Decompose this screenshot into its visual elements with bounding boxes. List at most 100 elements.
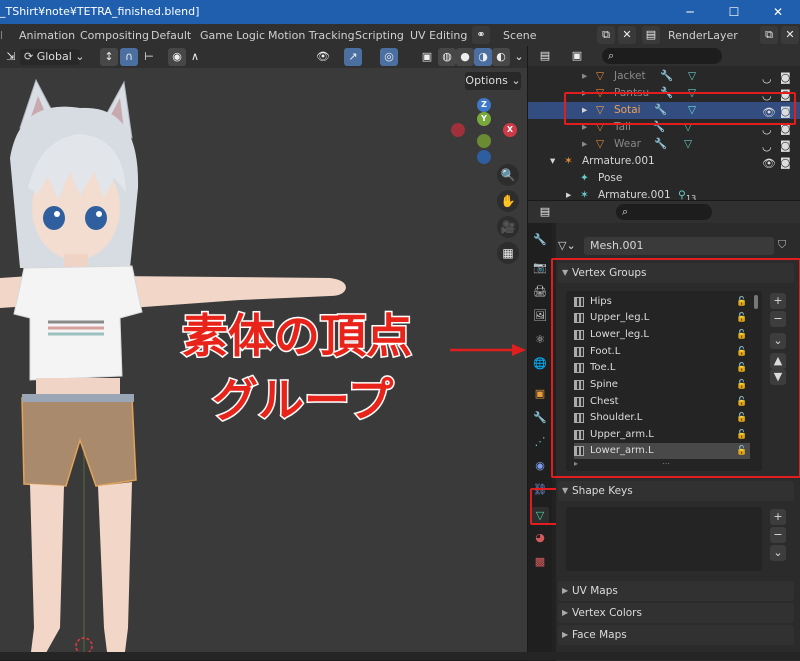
editor-type-icon[interactable]: ▤ (536, 203, 554, 221)
collapse-icon[interactable]: ▾ (550, 153, 555, 170)
panel-collapse-icon: ▼ (562, 486, 569, 495)
tab-default[interactable]: Default (151, 29, 191, 42)
expand-icon[interactable]: ▸ (582, 68, 587, 85)
annotation-highlight-vertex-groups (551, 258, 800, 478)
scene-tab-icon[interactable]: ⚛ (531, 331, 549, 349)
outliner-search-input[interactable]: ⌕ (602, 48, 722, 64)
render-tab-icon[interactable]: 📷 (531, 259, 549, 277)
transform-orientation-dropdown[interactable]: ⟳ Global ⌄ (20, 49, 85, 65)
transform-pivot-icon[interactable]: ⇲ (2, 48, 20, 66)
overlay-toggle-icon[interactable]: ◎ (380, 48, 398, 66)
render-toggle-icon[interactable]: ◙ (780, 69, 791, 86)
renderlayer-selector-icon[interactable]: ▤ (642, 26, 660, 44)
3d-viewport[interactable]: ⇲ ⟳ Global ⌄ ↕ ∩ ⊢ ◉ ∧ 👁 ↗ ◎ ▣ ◍ ● ◑ ◐ ⌄… (0, 46, 527, 660)
tab-compositing[interactable]: Compositing (80, 29, 149, 42)
add-shape-key-button[interactable]: + (770, 509, 786, 525)
tool-tab-icon[interactable]: 🔧 (531, 231, 549, 249)
render-toggle-icon[interactable]: ◙ (780, 154, 791, 171)
tab-uv-editing[interactable]: UV Editing (410, 29, 467, 42)
gizmo-z-axis[interactable]: Z (477, 98, 491, 112)
texture-tab-icon[interactable]: ▩ (531, 553, 549, 571)
uv-maps-title: UV Maps (572, 585, 618, 597)
ortho-grid-icon[interactable]: ▦ (497, 242, 519, 264)
snap-toggle-icon[interactable]: ∩ (120, 48, 138, 66)
gizmo-neg-y-axis[interactable] (477, 134, 491, 148)
outliner-row[interactable]: ▸ ▽ Jacket 🔧 ▽ ◡ ◙ (528, 68, 800, 85)
properties-search-input[interactable]: ⌕ (616, 204, 712, 220)
remove-shape-key-button[interactable]: − (770, 527, 786, 543)
camera-view-icon[interactable]: 🎥 (497, 216, 519, 238)
falloff-icon[interactable]: ∧ (186, 48, 204, 66)
outliner-filter-icon[interactable]: ▤ (536, 47, 554, 65)
annotation-subtitle: グループ (210, 372, 394, 429)
object-name: Pose (598, 172, 623, 184)
object-tab-icon[interactable]: ▣ (531, 385, 549, 403)
renderlayer-name[interactable]: RenderLayer (668, 29, 738, 42)
tab-game-logic[interactable]: Game Logic (200, 29, 265, 42)
snap-target-icon[interactable]: ⊢ (140, 48, 158, 66)
vertex-colors-title: Vertex Colors (572, 607, 642, 619)
outliner-row[interactable]: ✦ Pose (528, 170, 800, 187)
object-name: Jacket (614, 70, 646, 82)
tab-animation[interactable]: Animation (19, 29, 75, 42)
scene-selector-icon[interactable]: ⚭ (472, 26, 490, 44)
shape-key-specials-button[interactable]: ⌄ (770, 545, 786, 561)
gizmo-neg-z-axis[interactable] (477, 150, 491, 164)
shading-wireframe-icon[interactable]: ◍ (438, 48, 456, 66)
shape-keys-list[interactable] (566, 507, 762, 571)
tab-scripting[interactable]: Scripting (355, 29, 404, 42)
tab-motion-tracking[interactable]: Motion Tracking (268, 29, 355, 42)
particles-tab-icon[interactable]: ⋰ (531, 433, 549, 451)
scene-copy-icon[interactable]: ⧉ (597, 26, 615, 44)
gizmo-neg-x-axis[interactable] (451, 123, 465, 137)
search-icon: ⌕ (608, 49, 615, 62)
render-toggle-icon[interactable]: ◙ (780, 137, 791, 154)
shading-material-icon[interactable]: ◑ (474, 48, 492, 66)
physics-tab-icon[interactable]: ◉ (531, 457, 549, 475)
world-tab-icon[interactable]: 🌐 (531, 355, 549, 373)
gizmo-toggle-icon[interactable]: ↗ (344, 48, 362, 66)
outliner-row[interactable]: ▾ ✶ Armature.001 👁 ◙ (528, 153, 800, 170)
renderlayer-copy-icon[interactable]: ⧉ (760, 26, 778, 44)
modifier-icon: 🔧 (654, 138, 668, 150)
uv-maps-panel-header[interactable]: ▶ UV Maps (558, 581, 794, 601)
face-maps-panel-header[interactable]: ▶ Face Maps (558, 625, 794, 645)
modifier-tab-icon[interactable]: 🔧 (531, 409, 549, 427)
shading-rendered-icon[interactable]: ◐ (492, 48, 510, 66)
outliner-row[interactable]: ▸ ▽ Wear 🔧 ▽ ◡ ◙ (528, 136, 800, 153)
shape-keys-panel-header[interactable]: ▼ Shape Keys (558, 481, 794, 501)
scene-close-icon[interactable]: ✕ (618, 26, 636, 44)
panel-expand-icon: ▶ (562, 586, 569, 595)
outliner: ▤ ▣ ⌕ ▸ ▽ Jacket 🔧 ▽ ◡ ◙ ▸ ▽ Pantsu 🔧 ▽ … (527, 46, 800, 203)
gizmo-y-axis[interactable]: Y (477, 112, 491, 126)
material-tab-icon[interactable]: ◕ (531, 529, 549, 547)
pan-hand-icon[interactable]: ✋ (497, 190, 519, 212)
renderlayer-close-icon[interactable]: ✕ (781, 26, 799, 44)
shading-solid-icon[interactable]: ● (456, 48, 474, 66)
mesh-name-field[interactable]: Mesh.001 (584, 237, 774, 255)
workspace-tabs-bar: l Animation Compositing Default Game Log… (0, 24, 800, 46)
visibility-icon[interactable]: 👁 (314, 48, 332, 66)
output-tab-icon[interactable]: 🖨 (531, 283, 549, 301)
panel-expand-icon: ▶ (562, 630, 569, 639)
xray-icon[interactable]: ▣ (418, 48, 436, 66)
mesh-browse-icon[interactable]: ▽⌄ (558, 237, 580, 255)
face-maps-title: Face Maps (572, 629, 627, 641)
proportional-edit-icon[interactable]: ◉ (168, 48, 186, 66)
scene-name[interactable]: Scene (503, 29, 537, 42)
outliner-header: ▤ ▣ ⌕ (528, 46, 800, 66)
close-button[interactable]: ✕ (756, 0, 800, 24)
view-layer-tab-icon[interactable]: 🖼 (531, 307, 549, 325)
minimize-button[interactable]: ─ (668, 0, 712, 24)
shading-options-icon[interactable]: ⌄ (510, 48, 527, 66)
vertex-colors-panel-header[interactable]: ▶ Vertex Colors (558, 603, 794, 623)
zoom-icon[interactable]: 🔍 (497, 164, 519, 186)
gizmo-x-axis[interactable]: X (503, 123, 517, 137)
properties-editor: ▤ ⌕ 🔧 📷 🖨 🖼 ⚛ 🌐 ▣ 🔧 ⋰ ◉ ⛓ ▽ ◕ ▩ ▽⌄ Mesh.… (527, 200, 800, 661)
display-mode-icon[interactable]: ▣ (568, 47, 586, 65)
snap-icon[interactable]: ↕ (100, 48, 118, 66)
maximize-button[interactable]: ☐ (712, 0, 756, 24)
expand-icon[interactable]: ▸ (582, 136, 587, 153)
tab-fragment[interactable]: l (0, 29, 3, 42)
fake-user-shield-icon[interactable]: ⛉ (778, 238, 786, 252)
